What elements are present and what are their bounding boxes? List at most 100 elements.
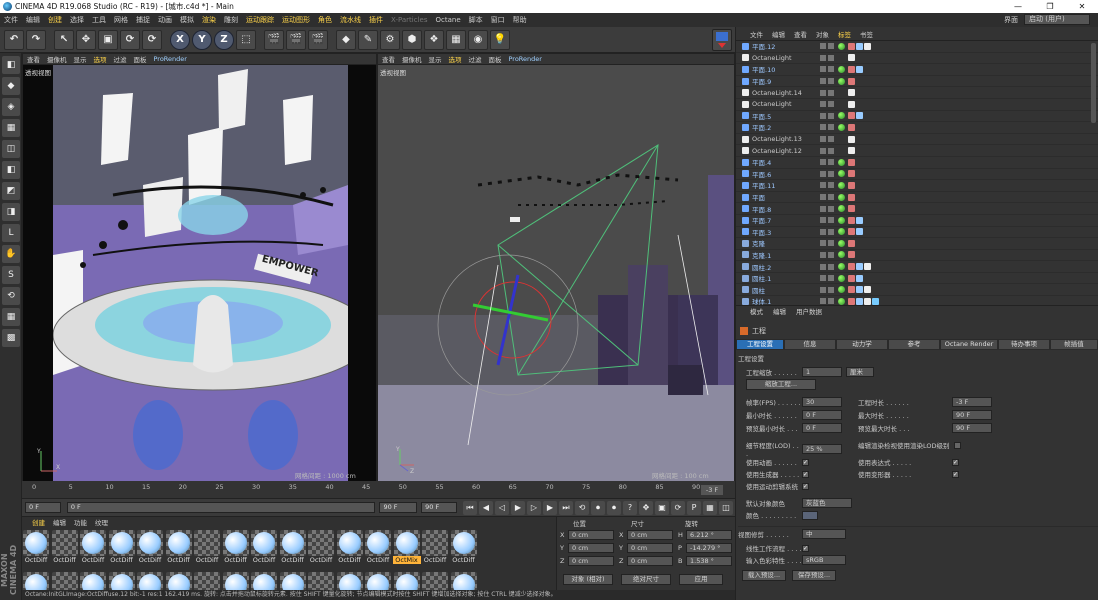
menu-item-9[interactable]: 渲染 [202,15,216,25]
attribute-tab-0[interactable]: 模式 [750,306,763,316]
left-tool-13[interactable]: ▩ [2,329,20,347]
material-tag-icon[interactable] [848,263,855,271]
visibility-toggle[interactable] [820,217,826,224]
left-tool-8[interactable]: L [2,224,20,242]
menu-item-1[interactable]: 编辑 [26,15,40,25]
render-toggle[interactable] [828,124,834,131]
enable-check-icon[interactable] [838,286,845,294]
left-tool-5[interactable]: ◧ [2,161,20,179]
use-mograph-checkbox[interactable]: ✓ [802,482,809,490]
object-row[interactable]: 圆柱.1 [736,273,1098,285]
visibility-toggle[interactable] [820,170,826,177]
render-view-button[interactable] [712,29,732,51]
menu-item-12[interactable]: 运动图形 [282,15,310,25]
material-swatch[interactable]: OctDiff [307,530,335,564]
viewport-right-menu-2[interactable]: 显示 [429,54,442,64]
material-tag-icon[interactable] [848,170,855,178]
transport-button-9[interactable]: ⏺ [607,500,621,515]
menu-item-13[interactable]: 角色 [318,15,332,25]
left-tool-0[interactable]: ◧ [2,56,20,74]
lod-field[interactable]: 25 % [802,444,842,454]
end-frame-field[interactable]: 90 F [379,502,418,513]
menu-item-2[interactable]: 创建 [48,15,62,25]
toolbar-button-3[interactable]: ✥ [76,29,96,50]
material-tag-icon[interactable] [848,65,855,73]
current-frame-slider[interactable]: 0 F [66,502,376,513]
transport-button-13[interactable]: ⟳ [671,500,685,515]
toolbar-button-5[interactable]: ⟳ [120,29,140,50]
menu-item-14[interactable]: 流水线 [340,15,361,25]
material-tag-icon[interactable] [848,297,855,305]
visibility-toggle[interactable] [820,136,826,143]
material-tag-icon[interactable] [848,286,855,294]
object-row[interactable]: 克隆 [736,238,1098,250]
project-tab-5[interactable]: 待办事项 [998,339,1050,350]
preview-min-field[interactable]: 0 F [802,423,842,433]
transport-button-8[interactable]: ⏺ [591,500,605,515]
menu-item-5[interactable]: 网格 [114,15,128,25]
render-toggle[interactable] [828,182,834,189]
object-row[interactable]: 平面.5 [736,111,1098,123]
viewport-left-canvas[interactable]: 透视视图 EMPOWER 网格间距 : 1000 cm YX [23,65,376,481]
project-tab-0[interactable]: 工程设置 [736,339,784,350]
left-tool-11[interactable]: ⟲ [2,287,20,305]
material-tab-0[interactable]: 创建 [32,517,45,527]
visibility-toggle[interactable] [820,263,826,270]
object-row[interactable]: 平面.7 [736,215,1098,227]
menu-item-4[interactable]: 工具 [92,15,106,25]
visibility-toggle[interactable] [820,286,826,293]
material-tag-icon[interactable] [864,263,871,271]
material-tag-icon[interactable] [856,263,863,271]
visibility-toggle[interactable] [820,205,826,212]
material-tag-icon[interactable] [872,297,879,305]
enable-check-icon[interactable] [838,42,845,50]
render-toggle[interactable] [828,101,834,108]
visibility-toggle[interactable] [820,228,826,235]
object-row[interactable]: 平面.9 [736,76,1098,88]
toolbar-button-9[interactable]: Z [214,29,234,50]
layout-dropdown[interactable]: 启动 (用户) [1024,14,1090,25]
render-toggle[interactable] [828,78,834,85]
viewport-right-menu-5[interactable]: 面板 [489,54,502,64]
coord-size-dropdown[interactable]: 绝对尺寸 [621,574,671,585]
default-color-dropdown[interactable]: 灰蓝色 [802,498,852,508]
coord-size-field[interactable]: 0 cm [627,556,673,566]
render-toggle[interactable] [828,136,834,143]
left-tool-12[interactable]: ▦ [2,308,20,326]
render-toggle[interactable] [828,194,834,201]
object-row[interactable]: 平面.11 [736,180,1098,192]
toolbar-button-2[interactable]: ↖ [54,29,74,50]
viewport-left-menu-0[interactable]: 查看 [27,54,40,64]
object-row[interactable]: 圆柱 [736,284,1098,297]
coord-rotation-field[interactable]: 1.538 ° [686,556,732,566]
object-tab-5[interactable]: 书签 [860,29,873,39]
render-toggle[interactable] [828,147,834,154]
enable-check-icon[interactable] [838,123,845,131]
viewport-right-menu-0[interactable]: 查看 [382,54,395,64]
render-toggle[interactable] [828,263,834,270]
project-tab-3[interactable]: 参考 [888,339,940,350]
lod-render-checkbox[interactable] [953,441,961,449]
render-toggle[interactable] [828,112,834,119]
attribute-tab-1[interactable]: 编辑 [773,306,786,316]
material-swatch[interactable]: OctDiff [136,530,164,564]
left-tool-4[interactable]: ◫ [2,140,20,158]
project-tab-1[interactable]: 信息 [784,339,836,350]
use-anim-checkbox[interactable]: ✓ [802,458,809,466]
viewport-right-menu-3[interactable]: 选项 [449,54,462,64]
material-tag-icon[interactable] [848,54,855,62]
material-tag-icon[interactable] [856,228,863,236]
menu-item-17[interactable]: Octane [435,16,460,24]
menu-item-20[interactable]: 帮助 [513,15,527,25]
toolbar-button-1[interactable]: ↷ [26,29,46,50]
coord-rotation-field[interactable]: 6.212 ° [686,530,732,540]
visibility-toggle[interactable] [820,43,826,50]
transport-button-16[interactable]: ◫ [719,500,733,515]
material-tag-icon[interactable] [848,100,855,108]
toolbar-button-7[interactable]: X [170,29,190,50]
material-tag-icon[interactable] [864,297,871,305]
transport-button-6[interactable]: ⏭ [559,500,573,515]
visibility-toggle[interactable] [820,194,826,201]
menu-item-11[interactable]: 运动跟踪 [246,15,274,25]
enable-check-icon[interactable] [838,216,845,224]
